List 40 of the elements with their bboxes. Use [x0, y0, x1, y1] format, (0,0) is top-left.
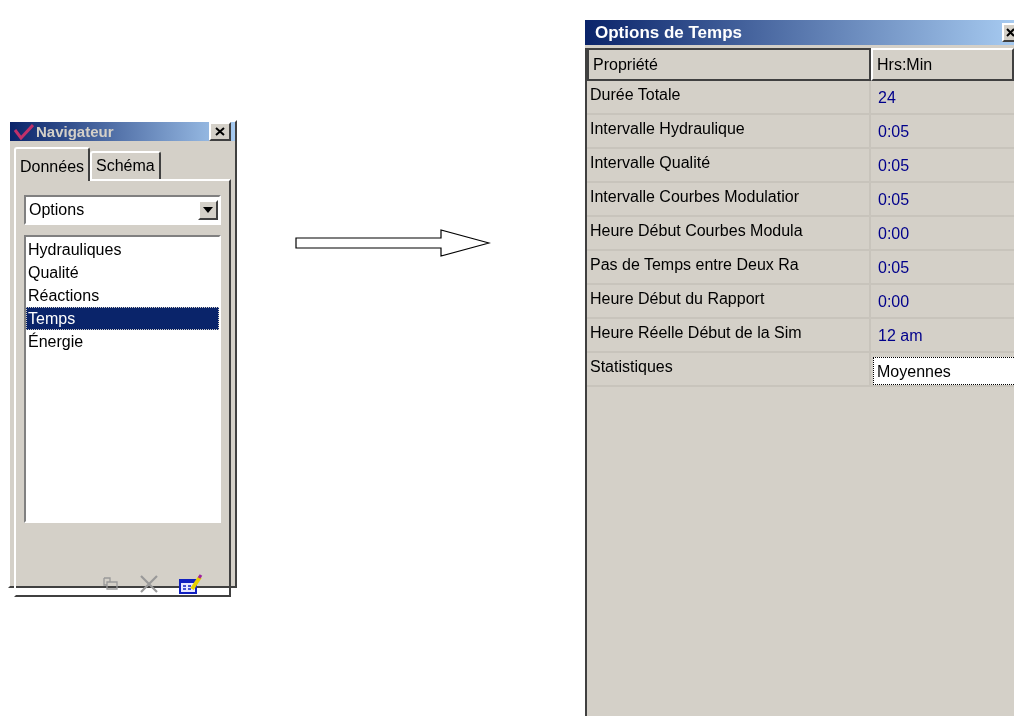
dropdown-button[interactable] [198, 200, 218, 220]
property-value[interactable]: 0:05 [871, 183, 1014, 215]
property-name: Heure Réelle Début de la Sim [587, 319, 871, 351]
check-logo-icon [14, 123, 34, 140]
window-title: Options de Temps [595, 22, 744, 43]
caret-icon [203, 207, 213, 213]
property-name: Intervalle Courbes Modulatior [587, 183, 871, 215]
column-header[interactable]: Propriété [587, 48, 871, 81]
close-icon [1006, 28, 1014, 37]
list-item[interactable]: Réactions [26, 284, 219, 307]
property-name: Intervalle Hydraulique [587, 115, 871, 147]
property-name: Pas de Temps entre Deux Ra [587, 251, 871, 283]
delete-icon[interactable] [139, 574, 159, 594]
property-value[interactable]: 0:00 [871, 217, 1014, 249]
property-name: Heure Début du Rapport [587, 285, 871, 317]
close-button[interactable] [1002, 23, 1014, 42]
copy-icon[interactable] [103, 577, 119, 591]
property-name: Intervalle Qualité [587, 149, 871, 181]
property-value[interactable]: 0:00 [871, 285, 1014, 317]
tab[interactable]: Données [14, 147, 91, 181]
property-value[interactable]: 12 am [871, 319, 1014, 351]
list-item[interactable]: Énergie [26, 330, 219, 353]
property-name: Heure Début Courbes Modula [587, 217, 871, 249]
column-header[interactable]: Hrs:Min [871, 48, 1014, 81]
close-button[interactable] [209, 122, 231, 141]
property-name: Statistiques [587, 353, 871, 385]
options-dropdown[interactable]: Options [24, 195, 221, 225]
property-value[interactable]: 0:05 [871, 149, 1014, 181]
property-value[interactable]: 24 [871, 81, 1014, 113]
edit-icon[interactable] [179, 573, 203, 595]
property-value[interactable]: 0:05 [871, 115, 1014, 147]
list-item[interactable]: Qualité [26, 261, 219, 284]
window-title: Navigateur [36, 123, 115, 140]
property-value[interactable]: 0:05 [871, 251, 1014, 283]
list-item[interactable]: Temps [26, 307, 219, 330]
property-name: Durée Totale [587, 81, 871, 113]
list-item[interactable]: Hydrauliques [26, 238, 219, 261]
close-icon [215, 127, 225, 136]
value-field[interactable]: Moyennes [873, 357, 1014, 385]
tab[interactable]: Schéma [90, 151, 161, 179]
